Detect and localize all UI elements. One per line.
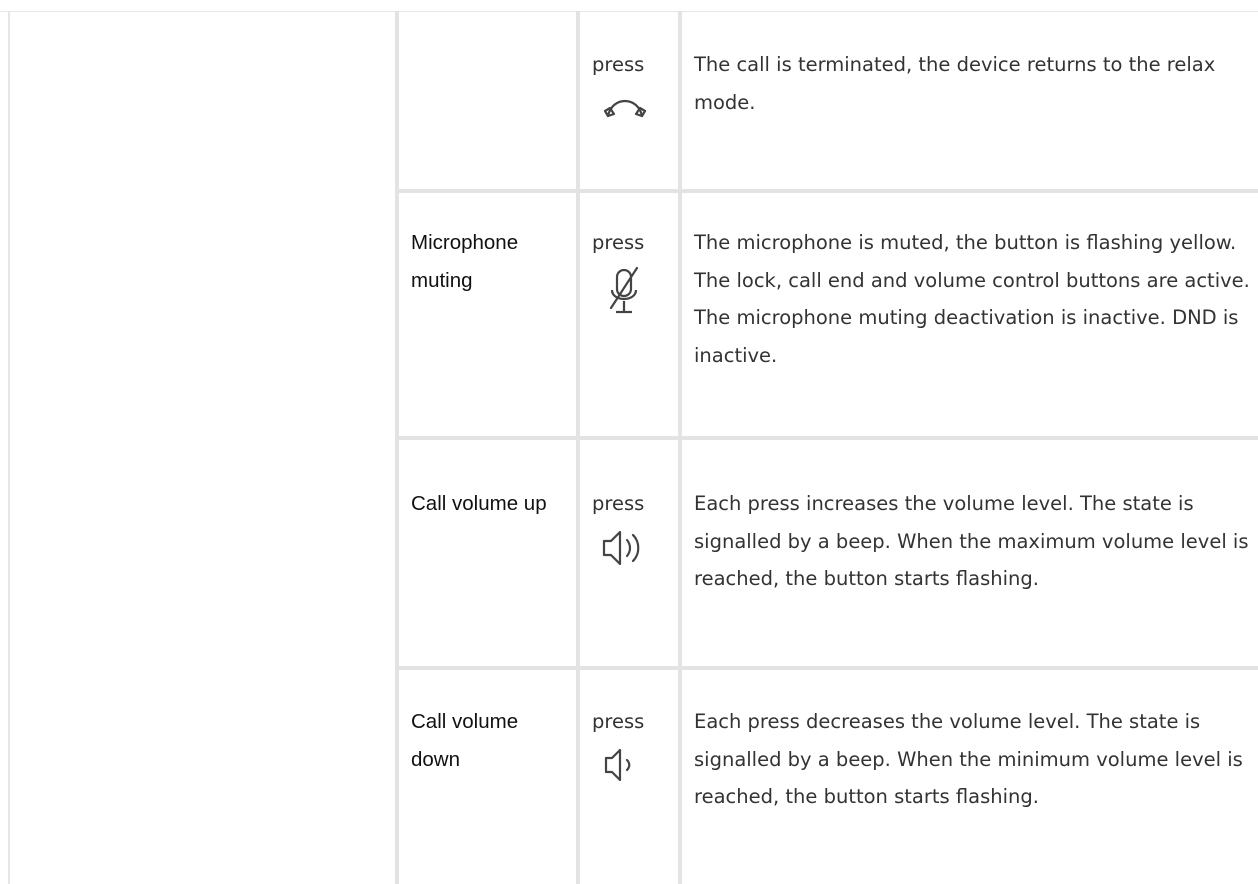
action-cell: press	[592, 485, 672, 565]
action-label: press	[592, 53, 645, 76]
column-divider	[678, 11, 682, 884]
row-divider	[395, 189, 1258, 193]
feature-cell: Call volume down	[411, 710, 519, 771]
microphone-muted-icon	[609, 266, 639, 313]
volume-down-icon	[604, 748, 631, 781]
description-cell: The call is terminated, the device retur…	[694, 53, 1216, 114]
action-label: press	[592, 492, 645, 515]
function-table: press The call is terminated, the device…	[0, 11, 1258, 884]
action-label: press	[592, 231, 645, 254]
column-divider	[395, 11, 399, 884]
description-cell: The microphone is muted, the button is f…	[694, 231, 1250, 367]
table-left-border	[8, 11, 10, 884]
feature-cell: Microphone muting	[411, 231, 519, 292]
column-divider	[576, 11, 580, 884]
action-cell: press	[592, 46, 672, 117]
action-cell: press	[592, 703, 672, 781]
volume-up-icon	[602, 530, 640, 565]
row-divider	[395, 436, 1258, 440]
document-page: press The call is terminated, the device…	[0, 0, 1258, 884]
hang-up-icon	[603, 99, 647, 117]
row-divider	[395, 666, 1258, 670]
description-cell: Each press increases the volume level. T…	[694, 492, 1249, 590]
description-cell: Each press decreases the volume level. T…	[694, 710, 1243, 808]
action-label: press	[592, 710, 645, 733]
action-cell: press	[592, 224, 672, 313]
feature-cell: Call volume up	[411, 492, 547, 515]
